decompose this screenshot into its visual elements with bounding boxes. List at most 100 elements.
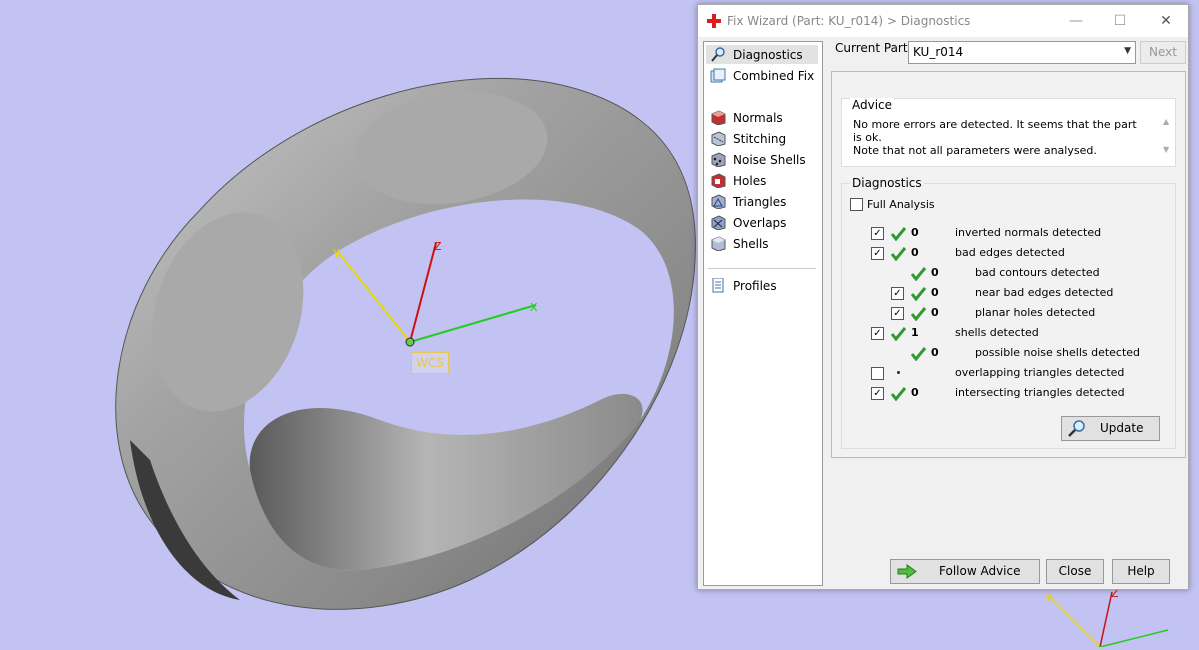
nav-label: Shells (733, 237, 769, 251)
profiles-icon (712, 278, 724, 293)
diag-row-noise-shells: 0 possible noise shells detected (842, 343, 1172, 363)
diag-count: 0 (931, 306, 939, 319)
green-check-icon (910, 307, 927, 321)
advice-line-2: Note that not all parameters were analys… (853, 144, 1097, 157)
update-button[interactable]: Update (1061, 416, 1160, 441)
nav-label: Holes (733, 174, 767, 188)
chevron-down-icon: ▼ (1124, 46, 1131, 56)
nav-label: Triangles (733, 195, 787, 209)
red-cross-icon (707, 14, 721, 28)
diag-count: 0 (911, 226, 919, 239)
green-check-icon (910, 267, 927, 281)
diag-checkbox[interactable]: ✓ (871, 247, 884, 260)
normals-icon (711, 110, 726, 125)
diag-count: 0 (931, 266, 939, 279)
advice-text: No more errors are detected. It seems th… (853, 118, 1143, 157)
wizard-nav-panel: Diagnostics Combined Fix Normals Stitchi… (703, 41, 823, 586)
minimize-button[interactable]: — (1062, 11, 1090, 31)
diag-checkbox[interactable]: ✓ (871, 227, 884, 240)
diag-row-bad-edges: ✓ 0 bad edges detected (842, 243, 1172, 263)
diag-row-inverted-normals: ✓ 0 inverted normals detected (842, 223, 1172, 243)
diag-checkbox[interactable]: ✓ (871, 327, 884, 340)
nav-item-profiles[interactable]: Profiles (706, 276, 818, 295)
diag-count: 0 (911, 386, 919, 399)
nav-item-shells[interactable]: Shells (706, 234, 818, 253)
diag-label: intersecting triangles detected (955, 386, 1125, 399)
nav-label: Profiles (733, 279, 777, 293)
next-button[interactable]: Next (1140, 41, 1186, 64)
follow-advice-button[interactable]: Follow Advice (890, 559, 1040, 584)
green-check-icon (910, 347, 927, 361)
shells-icon (711, 236, 726, 251)
nav-label: Combined Fix (733, 69, 815, 83)
diagnostics-panel: Advice No more errors are detected. It s… (831, 71, 1186, 458)
nav-label: Normals (733, 111, 783, 125)
nav-item-stitching[interactable]: Stitching (706, 129, 818, 148)
green-check-icon (890, 327, 907, 341)
diagnostics-group: Diagnostics Full Analysis ✓ 0 inverted n… (841, 176, 1176, 449)
noise-shells-icon (711, 152, 726, 167)
diag-label: bad edges detected (955, 246, 1065, 259)
pending-dot-icon (897, 371, 900, 374)
diag-label: shells detected (955, 326, 1039, 339)
diag-row-intersecting-triangles: ✓ 0 intersecting triangles detected (842, 383, 1172, 403)
current-part-select[interactable]: KU_r014 ▼ (908, 41, 1136, 64)
title-bar[interactable]: Fix Wizard (Part: KU_r014) > Diagnostics… (698, 5, 1188, 37)
magnifier-icon (711, 47, 725, 62)
scroll-up-icon[interactable]: ▲ (1163, 117, 1169, 126)
green-check-icon (890, 227, 907, 241)
advice-scrollbar[interactable]: ▲ ▼ (1159, 99, 1175, 166)
nav-label: Overlaps (733, 216, 787, 230)
nav-item-overlaps[interactable]: Overlaps (706, 213, 818, 232)
help-button[interactable]: Help (1112, 559, 1170, 584)
green-arrow-icon (897, 564, 917, 579)
axis-y-label: Y (333, 247, 340, 260)
green-check-icon (890, 387, 907, 401)
stitching-icon (711, 131, 726, 146)
green-check-icon (890, 247, 907, 261)
scroll-down-icon[interactable]: ▼ (1163, 145, 1169, 154)
nav-label: Noise Shells (733, 153, 806, 167)
close-button[interactable]: Close (1046, 559, 1104, 584)
holes-icon (711, 173, 726, 188)
diag-label: bad contours detected (975, 266, 1100, 279)
advice-line-1: No more errors are detected. It seems th… (853, 118, 1137, 144)
diag-row-shells: ✓ 1 shells detected (842, 323, 1172, 343)
diagnostics-title: Diagnostics (850, 176, 924, 190)
dialog-title: Fix Wizard (Part: KU_r014) > Diagnostics (727, 14, 971, 28)
nav-label: Stitching (733, 132, 787, 146)
axis-x-label: X (530, 301, 538, 314)
mini-axis-y-label: Y (1045, 592, 1052, 605)
current-part-value: KU_r014 (913, 45, 964, 59)
wcs-label: WCS (411, 352, 449, 374)
overlaps-icon (711, 215, 726, 230)
current-part-label: Current Part: (835, 41, 912, 55)
nav-item-holes[interactable]: Holes (706, 171, 818, 190)
nav-item-diagnostics[interactable]: Diagnostics (706, 45, 818, 64)
diag-count: 1 (911, 326, 919, 339)
nav-item-noise-shells[interactable]: Noise Shells (706, 150, 818, 169)
update-label: Update (1100, 421, 1144, 435)
nav-separator (708, 268, 816, 269)
diag-label: inverted normals detected (955, 226, 1102, 239)
diag-label: overlapping triangles detected (955, 366, 1125, 379)
green-check-icon (910, 287, 927, 301)
diag-checkbox[interactable]: ✓ (871, 387, 884, 400)
diag-count: 0 (931, 286, 939, 299)
nav-item-triangles[interactable]: Triangles (706, 192, 818, 211)
nav-item-normals[interactable]: Normals (706, 108, 818, 127)
close-window-button[interactable]: ✕ (1152, 11, 1180, 31)
magnifier-icon (1068, 420, 1085, 437)
maximize-button[interactable]: ☐ (1106, 11, 1134, 31)
diag-checkbox[interactable]: ✓ (891, 287, 904, 300)
full-analysis-checkbox[interactable] (850, 198, 863, 211)
diag-checkbox[interactable]: ✓ (891, 307, 904, 320)
diag-checkbox[interactable] (871, 367, 884, 380)
diag-count: 0 (911, 246, 919, 259)
diag-row-bad-contours: 0 bad contours detected (842, 263, 1172, 283)
follow-advice-label: Follow Advice (939, 564, 1021, 578)
diag-row-near-bad-edges: ✓ 0 near bad edges detected (842, 283, 1172, 303)
nav-item-combined-fix[interactable]: Combined Fix (706, 66, 818, 85)
diag-label: possible noise shells detected (975, 346, 1141, 359)
advice-group: Advice No more errors are detected. It s… (841, 98, 1176, 167)
